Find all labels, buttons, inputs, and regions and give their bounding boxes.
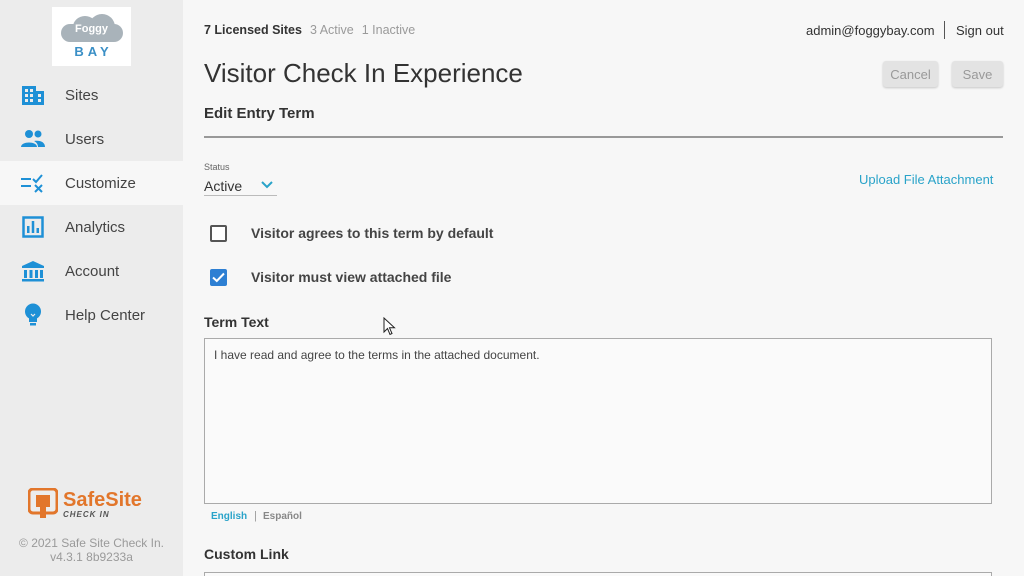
sidebar-item-analytics[interactable]: Analytics bbox=[0, 205, 183, 249]
sidebar-item-customize[interactable]: Customize bbox=[0, 161, 183, 205]
building-icon bbox=[20, 83, 46, 107]
must-view-file-row: Visitor must view attached file bbox=[210, 269, 451, 286]
brand-subtitle: CHECK IN bbox=[63, 509, 110, 519]
must-view-file-checkbox[interactable] bbox=[210, 269, 227, 286]
term-text-label: Term Text bbox=[204, 314, 269, 330]
logo-top-text: Foggy bbox=[75, 23, 108, 35]
licensed-sites-count: 7 Licensed Sites bbox=[204, 23, 302, 37]
users-icon bbox=[20, 127, 46, 151]
sidebar-item-label: Users bbox=[65, 130, 105, 148]
status-label: Status bbox=[204, 162, 230, 172]
default-agree-checkbox[interactable] bbox=[210, 225, 227, 242]
active-sites-count: 3 Active bbox=[309, 23, 354, 37]
upload-file-attachment-link[interactable]: Upload File Attachment bbox=[859, 172, 993, 187]
default-agree-label: Visitor agrees to this term by default bbox=[251, 225, 494, 241]
language-separator: | bbox=[254, 510, 257, 522]
analytics-icon bbox=[20, 215, 46, 239]
must-view-file-label: Visitor must view attached file bbox=[251, 269, 452, 285]
status-select[interactable]: Active bbox=[204, 176, 277, 196]
sidebar-item-sites[interactable]: Sites bbox=[0, 73, 183, 117]
default-agree-row: Visitor agrees to this term by default bbox=[210, 225, 493, 242]
copyright-info: © 2021 Safe Site Check In. v4.3.1 8b9233… bbox=[0, 536, 183, 564]
sidebar-item-label: Account bbox=[65, 262, 120, 280]
custom-link-label: Custom Link bbox=[204, 546, 289, 562]
section-divider bbox=[204, 136, 1003, 138]
logo-bottom-text: BAY bbox=[74, 44, 113, 59]
customize-icon bbox=[20, 171, 46, 195]
copyright-text: © 2021 Safe Site Check In. bbox=[19, 536, 164, 550]
cancel-button[interactable]: Cancel bbox=[883, 61, 938, 87]
sidebar-item-label: Help Center bbox=[65, 306, 146, 324]
safesite-logo-icon bbox=[28, 488, 58, 518]
header-divider bbox=[944, 21, 945, 39]
user-email: admin@foggybay.com bbox=[806, 23, 935, 38]
sidebar-item-help-center[interactable]: Help Center bbox=[0, 293, 183, 337]
cloud-logo-mark: Foggy bbox=[60, 14, 123, 42]
sidebar-item-label: Analytics bbox=[65, 218, 126, 236]
sidebar-item-label: Sites bbox=[65, 86, 99, 104]
bank-icon bbox=[20, 259, 46, 283]
page-title: Visitor Check In Experience bbox=[204, 58, 523, 88]
sidebar-item-users[interactable]: Users bbox=[0, 117, 183, 161]
sign-out-link[interactable]: Sign out bbox=[956, 23, 1004, 38]
term-text-input[interactable]: I have read and agree to the terms in th… bbox=[204, 338, 992, 504]
checkmark-icon bbox=[212, 272, 225, 283]
license-summary: 7 Licensed Sites 3 Active 1 Inactive bbox=[204, 23, 415, 37]
safesite-brand: SafeSite CHECK IN bbox=[28, 488, 142, 520]
language-tab-english[interactable]: English bbox=[211, 511, 247, 522]
mouse-cursor-icon bbox=[383, 317, 396, 336]
sidebar-nav: Sites Users Customize Analytics Account … bbox=[0, 73, 183, 337]
foggy-bay-logo[interactable]: Foggy BAY bbox=[52, 7, 131, 66]
chevron-down-icon bbox=[261, 181, 273, 189]
version-text: v4.3.1 8b9233a bbox=[50, 550, 133, 564]
sidebar: Foggy BAY Sites Users Customize Analytic… bbox=[0, 0, 183, 576]
inactive-sites-count: 1 Inactive bbox=[361, 23, 416, 37]
language-tab-spanish[interactable]: Español bbox=[263, 511, 302, 522]
status-value: Active bbox=[204, 177, 243, 194]
sidebar-item-account[interactable]: Account bbox=[0, 249, 183, 293]
sidebar-item-label: Customize bbox=[65, 174, 136, 192]
save-button[interactable]: Save bbox=[952, 61, 1003, 87]
brand-name: SafeSite bbox=[63, 488, 142, 511]
section-title: Edit Entry Term bbox=[204, 105, 315, 122]
custom-link-input[interactable] bbox=[204, 572, 992, 576]
lightbulb-icon bbox=[20, 303, 46, 327]
